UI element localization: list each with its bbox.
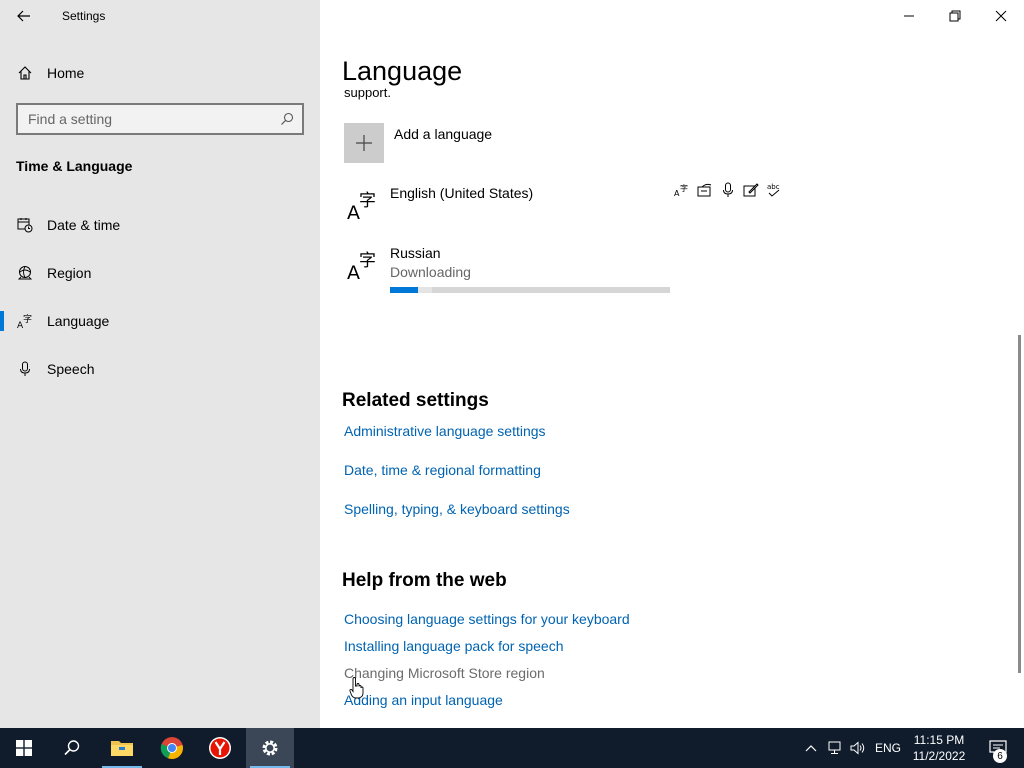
help-link-keyboard-settings[interactable]: Choosing language settings for your keyb… [344,611,630,627]
svg-text:字: 字 [359,191,376,211]
search-box[interactable] [16,103,304,135]
start-icon [16,740,32,756]
plus-icon [344,123,384,163]
scrollbar[interactable] [1018,335,1021,673]
speech-recognition-icon [720,182,736,198]
volume-button[interactable] [847,728,869,768]
chrome-button[interactable] [148,728,196,768]
sidebar-item-label: Region [47,265,92,281]
sidebar-item-label: Speech [47,361,95,377]
language-icon: A字 [347,251,376,281]
network-button[interactable] [824,728,846,768]
language-name: Russian [390,245,441,261]
sidebar-item-label: Date & time [47,217,121,233]
volume-icon [850,741,865,755]
language-name: English (United States) [390,185,534,201]
language-features: A字 abc [674,182,782,198]
close-button[interactable] [978,0,1024,32]
language-icon: A字 [17,313,33,329]
file-explorer-icon [111,741,133,756]
microphone-icon [17,361,33,377]
chevron-up-icon [805,745,817,752]
chrome-icon [160,737,183,760]
home-icon [17,65,33,81]
sidebar-item-date-time[interactable]: Date & time [0,205,320,245]
help-link-speech-pack[interactable]: Installing language pack for speech [344,638,563,654]
show-hidden-icons-button[interactable] [801,728,821,768]
search-icon[interactable] [280,112,294,126]
spelling-typing-keyboard-link[interactable]: Spelling, typing, & keyboard settings [344,501,570,517]
yandex-browser-button[interactable] [196,728,244,768]
yandex-icon [209,737,231,759]
start-button[interactable] [0,728,48,768]
help-from-web-heading: Help from the web [342,570,507,591]
display-language-icon: A字 [674,182,690,198]
minimize-icon [904,15,914,17]
sidebar-item-home[interactable]: Home [0,53,320,93]
help-link-store-region[interactable]: Changing Microsoft Store region [344,665,545,681]
sidebar-item-label: Home [47,65,85,81]
language-item-russian[interactable]: A字 Russian Downloading [344,243,784,293]
settings-icon [262,740,278,756]
search-input[interactable] [18,105,268,133]
download-progress-bar [390,287,670,293]
settings-taskbar-button[interactable] [246,728,294,768]
taskbar: ENG 11:15 PM 11/2/2022 [0,728,1024,768]
add-language-button[interactable]: Add a language [344,123,492,163]
back-arrow-icon [17,10,30,22]
active-indicator [0,311,4,331]
progress-buffer [418,287,432,293]
sidebar-item-label: Language [47,313,110,329]
clock[interactable]: 11:15 PM 11/2/2022 [906,732,972,764]
back-button[interactable] [10,5,38,27]
svg-text:字: 字 [23,313,32,325]
description-text: support. [344,88,391,100]
taskbar-search-button[interactable] [48,728,96,768]
download-status: Downloading [390,264,471,280]
network-icon [828,741,841,754]
file-explorer-button[interactable] [98,728,146,768]
progress-fill [390,287,418,293]
svg-text:abc: abc [767,183,780,191]
help-link-input-language[interactable]: Adding an input language [344,692,503,708]
calendar-clock-icon [17,217,33,233]
page-title: Language [342,56,463,86]
text-to-speech-icon [697,182,713,198]
spelling-icon: abc [766,182,782,198]
admin-language-settings-link[interactable]: Administrative language settings [344,423,546,439]
minimize-button[interactable] [886,0,932,32]
regional-formatting-link[interactable]: Date, time & regional formatting [344,462,541,478]
clock-time: 11:15 PM [913,733,965,747]
sidebar-item-language[interactable]: A字 Language [0,301,320,341]
sidebar-item-region[interactable]: Region [0,253,320,293]
restore-icon [949,10,961,22]
language-icon: A字 [347,191,376,221]
hand-cursor-icon [349,677,364,699]
input-language-indicator[interactable]: ENG [870,728,906,768]
clock-date: 11/2/2022 [912,749,966,763]
svg-text:字: 字 [680,183,688,193]
sidebar: Settings Home Time & Language Date & tim… [0,0,320,728]
handwriting-icon [743,182,759,198]
svg-text:字: 字 [359,251,376,271]
globe-icon [17,265,33,281]
section-heading: Time & Language [16,158,133,174]
search-icon [64,740,80,756]
app-title: Settings [62,9,106,23]
add-language-label: Add a language [394,126,493,142]
titlebar: Settings [0,0,320,32]
sidebar-item-speech[interactable]: Speech [0,349,320,389]
close-icon [995,10,1007,22]
notification-count-badge: 6 [993,749,1007,763]
related-settings-heading: Related settings [342,390,489,411]
restore-button[interactable] [932,0,978,32]
